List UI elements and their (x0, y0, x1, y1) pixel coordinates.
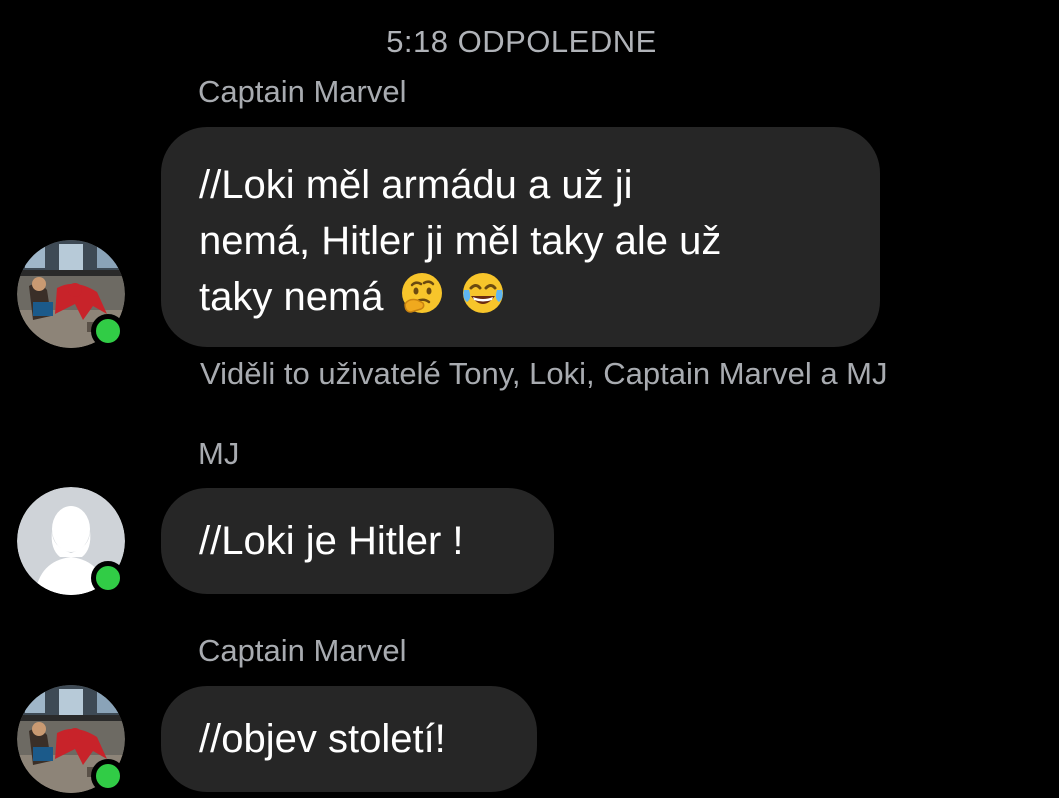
message-bubble[interactable]: //objev století! (161, 686, 537, 792)
online-status-indicator (91, 561, 125, 595)
message-text-line: nemá, Hitler ji měl taky ale už (199, 219, 722, 263)
sender-name: Captain Marvel (198, 74, 407, 109)
message-text-line-content: taky nemá (199, 275, 384, 319)
tears-of-joy-emoji (462, 273, 503, 313)
avatar-captain-marvel[interactable] (17, 240, 125, 348)
thinking-face-emoji (401, 273, 442, 313)
message-text-line: //Loki měl armádu a už ji (199, 163, 633, 207)
message-text-line: taky nemá (199, 269, 844, 325)
message-bubble[interactable]: //Loki je Hitler ! (161, 488, 554, 594)
seen-receipt: Viděli to uživatelé Tony, Loki, Captain … (200, 356, 888, 391)
online-status-indicator (91, 759, 125, 793)
avatar-captain-marvel[interactable] (17, 685, 125, 793)
avatar-mj[interactable] (17, 487, 125, 595)
message-bubble[interactable]: //Loki měl armádu a už ji nemá, Hitler j… (161, 127, 880, 347)
message-text: //Loki je Hitler ! (199, 519, 464, 563)
sender-name: MJ (198, 436, 240, 471)
message-timestamp: 5:18 ODPOLEDNE (386, 24, 657, 59)
online-status-indicator (91, 314, 125, 348)
message-text: //objev století! (199, 717, 446, 761)
sender-name: Captain Marvel (198, 633, 407, 668)
